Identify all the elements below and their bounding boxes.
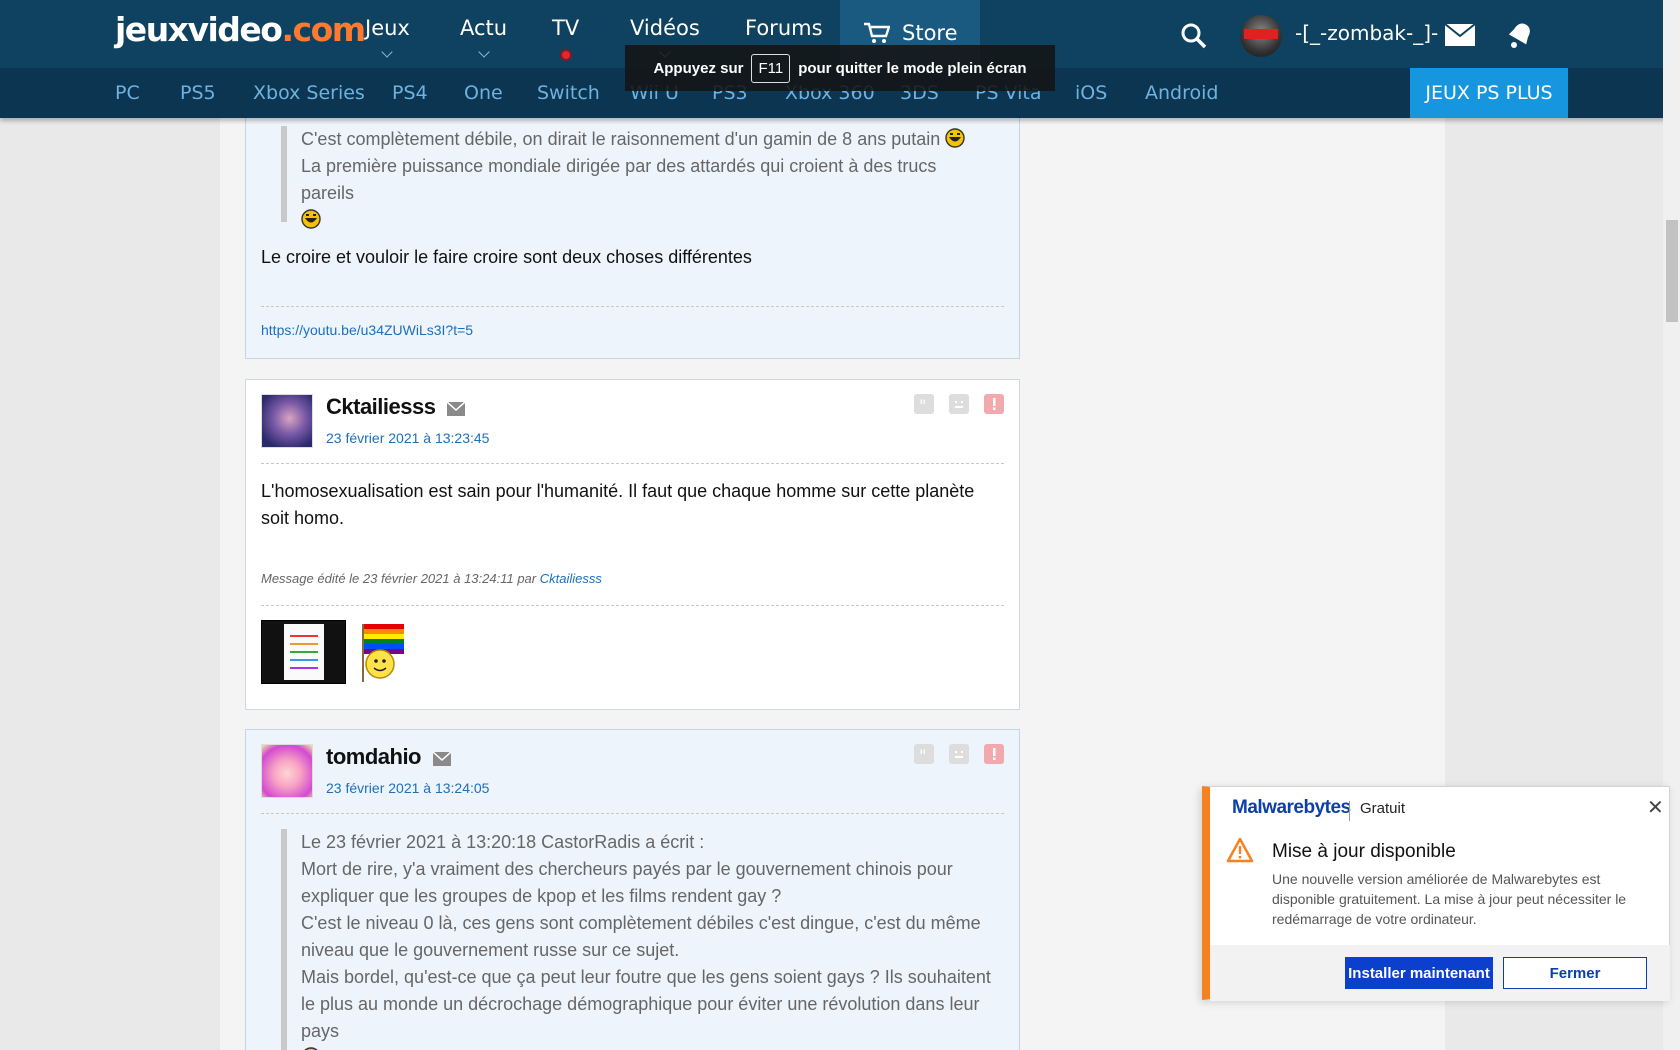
close-icon[interactable]: ✕ [1647, 795, 1664, 820]
quote-line: Mort de rire, y'a vraiment des chercheur… [301, 859, 953, 906]
forum-post: Cktailiesss 23 février 2021 à 13:23:45 "… [245, 379, 1020, 710]
sad-face-icon[interactable] [949, 744, 969, 764]
install-now-button[interactable]: Installer maintenant [1345, 957, 1493, 989]
author-avatar[interactable] [261, 744, 313, 798]
platform-link[interactable]: Switch [537, 82, 600, 104]
rainbow-flag-smiley-image [352, 620, 408, 684]
chevron-down-icon [381, 46, 394, 58]
nav-forums[interactable]: Forums [745, 16, 823, 40]
sad-face-icon[interactable] [949, 394, 969, 414]
post-message: L'homosexualisation est sain pour l'huma… [261, 481, 975, 528]
shopping-cart-icon [864, 22, 890, 43]
mail-icon[interactable] [1445, 24, 1475, 46]
platform-link[interactable]: Android [1145, 82, 1218, 104]
platform-link[interactable]: PS4 [392, 82, 428, 104]
post-date[interactable]: 23 février 2021 à 13:23:45 [326, 430, 489, 446]
search-icon[interactable] [1180, 22, 1208, 50]
platform-link[interactable]: PS5 [180, 82, 216, 104]
platform-link[interactable]: PC [115, 82, 140, 104]
private-message-icon[interactable] [447, 402, 465, 416]
private-message-icon[interactable] [433, 752, 451, 766]
nav-jeux[interactable]: Jeux [365, 16, 410, 58]
notification-bell-icon[interactable] [1505, 20, 1535, 50]
author-name[interactable]: Cktailiesss [326, 394, 436, 420]
close-button[interactable]: Fermer [1503, 957, 1647, 989]
ps-plus-games-button[interactable]: JEUX PS PLUS [1410, 68, 1568, 118]
laughing-smiley-icon [945, 128, 965, 148]
header-separator [261, 463, 1004, 464]
quote-line: C'est le niveau 0 là, ces gens sont comp… [301, 913, 981, 960]
author-name[interactable]: tomdahio [326, 744, 422, 770]
quoted-text: Le 23 février 2021 à 13:20:18 CastorRadi… [281, 829, 991, 1050]
platform-link[interactable]: One [464, 82, 503, 104]
platform-link[interactable]: iOS [1075, 82, 1107, 104]
author-avatar[interactable] [261, 394, 313, 448]
signature-separator [261, 605, 1004, 606]
signature-separator [261, 306, 1004, 307]
f11-key: F11 [751, 53, 791, 83]
signature-image-list [261, 620, 346, 684]
chevron-down-icon [477, 46, 490, 58]
svg-text:": " [919, 397, 926, 411]
quote-icon[interactable]: " [914, 394, 934, 414]
svg-text:": " [919, 747, 926, 761]
post-message: Le croire et vouloir le faire croire son… [261, 247, 752, 267]
forum-post: tomdahio 23 février 2021 à 13:24:05 " Le… [245, 729, 1020, 1050]
nav-actu[interactable]: Actu [460, 16, 507, 58]
edited-by-link[interactable]: Cktailiesss [540, 571, 602, 586]
scrollbar-thumb[interactable] [1666, 220, 1678, 322]
notification-text: Une nouvelle version améliorée de Malwar… [1272, 871, 1627, 927]
platform-link[interactable]: Xbox Series [253, 82, 365, 104]
nav-tv[interactable]: TV [552, 16, 579, 61]
warning-icon [1226, 837, 1254, 863]
quote-icon[interactable]: " [914, 744, 934, 764]
tier-label: Gratuit [1360, 800, 1406, 817]
report-alert-icon[interactable] [984, 744, 1004, 764]
report-alert-icon[interactable] [984, 394, 1004, 414]
quote-line: La première puissance mondiale dirigée p… [301, 153, 981, 234]
notification-title: Mise à jour disponible [1272, 841, 1456, 862]
forum-post: C'est complètement débile, on dirait le … [245, 105, 1020, 359]
header-separator [261, 813, 1004, 814]
quote-line: Mais bordel, qu'est-ce que ça peut leur … [301, 964, 991, 1050]
quote-line: Le 23 février 2021 à 13:20:18 CastorRadi… [301, 832, 705, 852]
live-dot-icon [559, 49, 572, 61]
site-logo[interactable]: jeuxvideo.com [115, 10, 366, 49]
malwarebytes-logo: Malwarebytes [1232, 797, 1351, 818]
signature-link[interactable]: https://youtu.be/u34ZUWiLs3I?t=5 [261, 322, 473, 338]
username[interactable]: -[_-zombak-_]- [1295, 21, 1438, 45]
laughing-smiley-icon [301, 209, 321, 229]
post-date[interactable]: 23 février 2021 à 13:24:05 [326, 780, 489, 796]
fullscreen-notice: Appuyez sur F11 pour quitter le mode ple… [625, 45, 1055, 91]
malwarebytes-notification: Malwarebytes Gratuit ✕ Mise à jour dispo… [1202, 786, 1670, 1001]
user-avatar[interactable] [1240, 15, 1282, 57]
edited-notice: Message édité le 23 février 2021 à 13:24… [261, 571, 602, 586]
quoted-text: C'est complètement débile, on dirait le … [281, 126, 981, 229]
nav-videos[interactable]: Vidéos [630, 16, 700, 58]
quote-line: C'est complètement débile, on dirait le … [301, 126, 981, 153]
